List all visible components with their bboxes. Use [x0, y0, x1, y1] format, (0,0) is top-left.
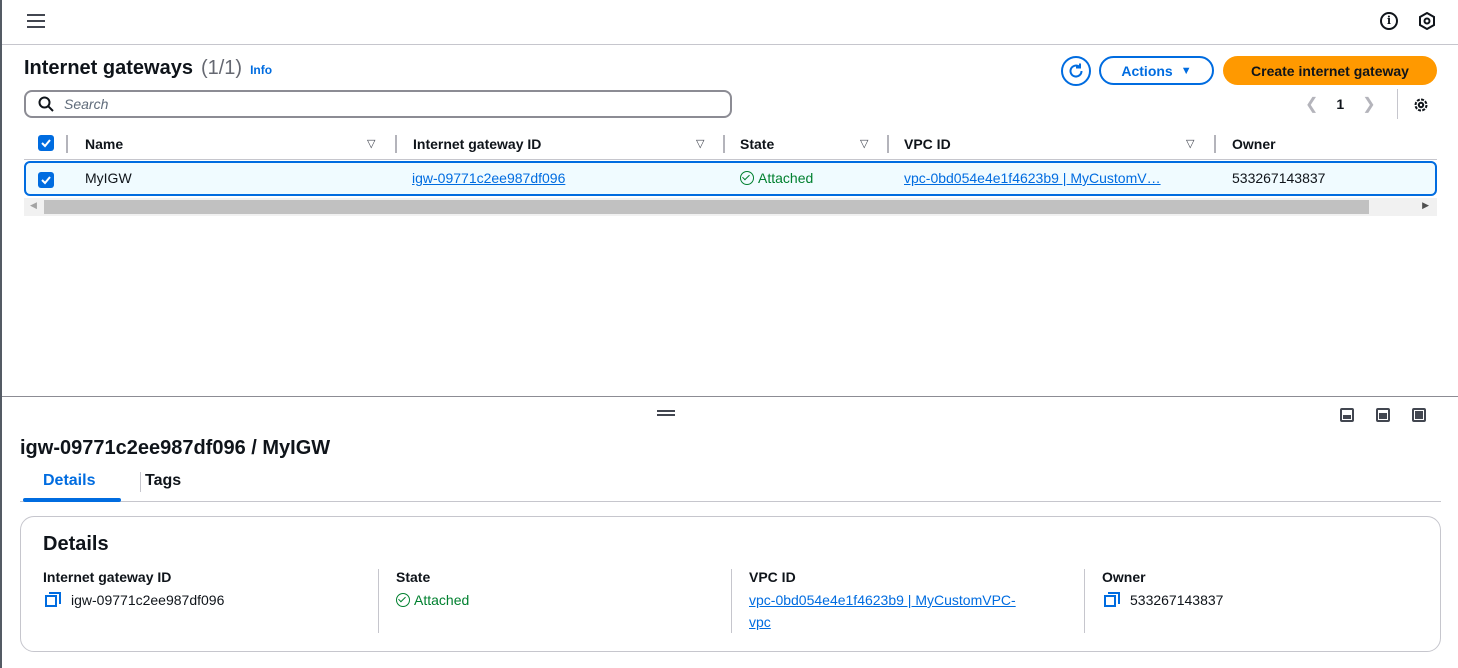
status-success-icon [740, 171, 754, 185]
detail-tabs: Details Tags [20, 470, 1441, 502]
cell-owner: 533267143837 [1232, 170, 1326, 186]
panel-bottom-icon[interactable] [1340, 408, 1354, 422]
panel-side-icon[interactable] [1376, 408, 1390, 422]
vpc-id-line1[interactable]: vpc-0bd054e4e1f4623b9 | MyCustomVPC- [749, 589, 1016, 611]
active-tab-indicator [23, 498, 121, 502]
sort-icon[interactable]: ▽ [1186, 128, 1194, 160]
field-label: Internet gateway ID [43, 569, 172, 585]
table-row[interactable]: MyIGW igw-09771c2ee987df096 Attached vpc… [24, 161, 1437, 196]
search-input[interactable] [64, 96, 664, 112]
vpc-id-line2[interactable]: vpc [749, 611, 1016, 633]
list-header: Internet gateways (1/1) Info [24, 57, 272, 80]
info-link[interactable]: Info [250, 63, 272, 77]
vpc-id-link[interactable]: vpc-0bd054e4e1f4623b9 | MyCustomVPC- vpc [749, 589, 1016, 633]
check-icon [41, 176, 51, 185]
scroll-right-icon[interactable]: ▶ [1422, 200, 1429, 211]
select-all-checkbox[interactable] [38, 128, 54, 160]
field-value: igw-09771c2ee987df096 [71, 592, 225, 608]
refresh-button[interactable] [1061, 56, 1091, 86]
detail-title: igw-09771c2ee987df096 / MyIGW [20, 437, 331, 459]
field-label: State [396, 569, 431, 585]
field-value-row: Attached [396, 589, 469, 611]
column-header-igw-id[interactable]: Internet gateway ID [413, 128, 541, 160]
create-internet-gateway-button[interactable]: Create internet gateway [1223, 56, 1437, 85]
item-count: (1/1) [200, 57, 243, 79]
sort-icon[interactable]: ▽ [696, 128, 704, 160]
page-title: Internet gateways [24, 57, 193, 79]
field-value-row: igw-09771c2ee987df096 [43, 589, 224, 611]
field-label: VPC ID [749, 569, 796, 585]
drag-handle-icon[interactable] [657, 410, 675, 416]
column-separator[interactable] [723, 135, 725, 153]
divider [1397, 89, 1398, 119]
left-border [0, 0, 2, 668]
actions-label: Actions [1121, 62, 1173, 79]
next-page-icon[interactable]: ❯ [1362, 94, 1375, 114]
column-header-owner[interactable]: Owner [1232, 128, 1276, 160]
column-separator[interactable] [887, 135, 889, 153]
tab-separator [140, 472, 141, 492]
column-separator[interactable] [1214, 135, 1216, 153]
field-state: State Attached [396, 569, 469, 611]
cell-state: Attached [740, 163, 813, 194]
info-icon[interactable]: i [1380, 12, 1398, 30]
prev-page-icon[interactable]: ❮ [1305, 94, 1318, 114]
copy-icon[interactable] [45, 592, 61, 608]
menu-icon[interactable] [27, 14, 45, 30]
field-label: Owner [1102, 569, 1146, 585]
column-header-state[interactable]: State [740, 128, 774, 160]
field-value-row: 533267143837 [1102, 589, 1223, 611]
gear-icon[interactable] [1412, 96, 1430, 114]
field-owner: Owner 533267143837 [1102, 569, 1223, 611]
copy-icon[interactable] [1104, 592, 1120, 608]
column-divider [731, 569, 732, 633]
search-icon [38, 96, 54, 112]
horizontal-scrollbar[interactable]: ◀ ▶ [24, 198, 1437, 216]
check-icon [41, 139, 51, 148]
column-header-vpc-id[interactable]: VPC ID [904, 128, 951, 160]
cell-vpc-id-link[interactable]: vpc-0bd054e4e1f4623b9 | MyCustomV… [904, 163, 1161, 194]
column-separator[interactable] [395, 135, 397, 153]
cell-name: MyIGW [85, 170, 132, 186]
actions-button[interactable]: Actions ▼ [1099, 56, 1214, 85]
table-header: Name ▽ Internet gateway ID ▽ State ▽ VPC… [24, 128, 1437, 160]
refresh-icon [1069, 63, 1083, 78]
column-header-name[interactable]: Name [85, 128, 123, 160]
settings-hex-icon[interactable] [1418, 12, 1436, 30]
top-bar: i [2, 0, 1458, 45]
scrollbar-thumb[interactable] [44, 200, 1369, 214]
status-success-icon [396, 593, 410, 607]
scroll-left-icon[interactable]: ◀ [30, 200, 37, 211]
tab-tags[interactable]: Tags [145, 470, 181, 502]
field-igw-id: Internet gateway ID igw-09771c2ee987df09… [43, 569, 224, 611]
card-title: Details [43, 533, 109, 555]
top-icons: i [1380, 12, 1436, 30]
caret-down-icon: ▼ [1180, 64, 1192, 77]
details-card: Details Internet gateway ID igw-09771c2e… [20, 516, 1441, 652]
field-value: 533267143837 [1130, 592, 1224, 608]
sort-icon[interactable]: ▽ [860, 128, 868, 160]
state-text: Attached [758, 170, 814, 186]
split-panel-divider [2, 396, 1458, 397]
search-box [24, 90, 732, 118]
panel-position-controls [1340, 408, 1426, 422]
page-number[interactable]: 1 [1336, 96, 1344, 112]
sort-icon[interactable]: ▽ [367, 128, 375, 160]
field-vpc-id: VPC ID vpc-0bd054e4e1f4623b9 | MyCustomV… [749, 569, 1016, 633]
column-divider [1084, 569, 1085, 633]
pagination: ❮ 1 ❯ [1305, 94, 1376, 114]
field-value: Attached [414, 592, 470, 608]
panel-full-icon[interactable] [1412, 408, 1426, 422]
column-separator [66, 135, 68, 153]
column-divider [378, 569, 379, 633]
row-checkbox[interactable] [38, 163, 54, 194]
cell-igw-id-link[interactable]: igw-09771c2ee987df096 [412, 163, 565, 194]
